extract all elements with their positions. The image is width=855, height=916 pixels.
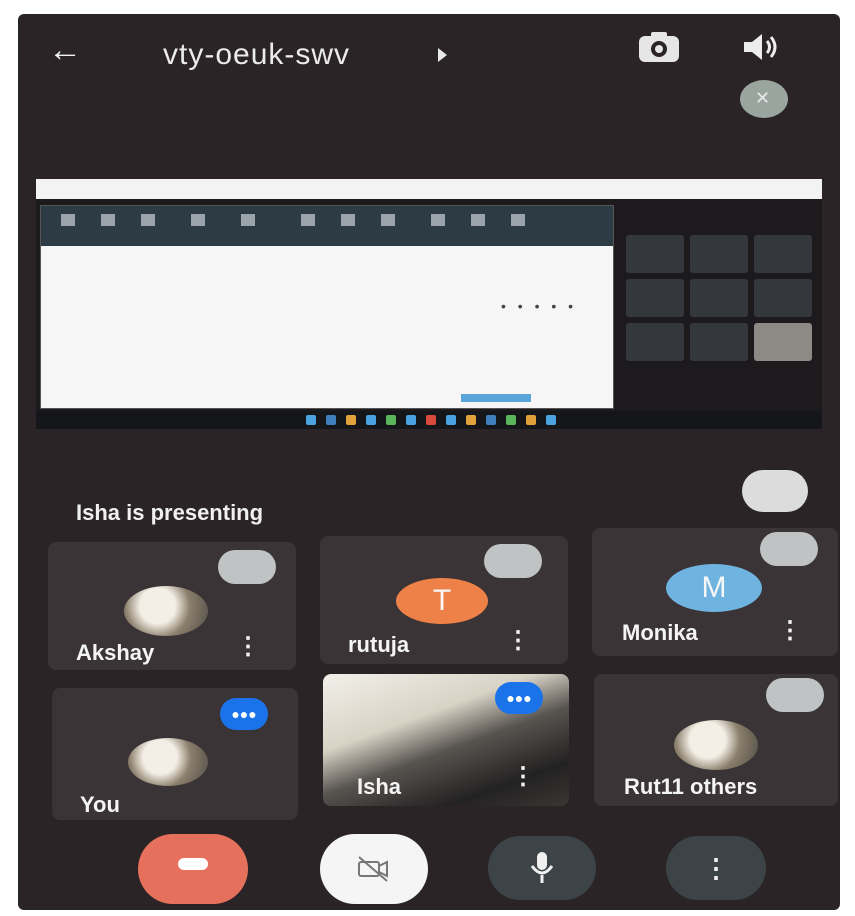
toolbar-icon xyxy=(301,214,315,226)
presenting-label: Isha is presenting xyxy=(76,500,264,525)
grid-tile xyxy=(754,235,812,273)
taskbar-app-icon xyxy=(326,415,336,425)
taskbar-app-icon xyxy=(406,415,416,425)
grid-tile xyxy=(626,279,684,317)
participant-name: Rut11 others xyxy=(624,774,758,799)
participant-tile-rutuja[interactable]: T rutuja ⋮ xyxy=(320,536,568,664)
back-arrow-icon[interactable]: ← xyxy=(48,33,88,67)
taskbar-app-icon xyxy=(546,415,556,425)
avatar: M xyxy=(666,564,762,612)
toolbar-icon xyxy=(241,214,255,226)
more-vert-icon[interactable]: ⋮ xyxy=(506,626,530,655)
toolbar-icon xyxy=(101,214,115,226)
grid-tile xyxy=(626,235,684,273)
toolbar-icon xyxy=(341,214,355,226)
taskbar-app-icon xyxy=(486,415,496,425)
flip-camera-icon[interactable] xyxy=(636,30,682,66)
speaking-indicator-icon: ●●● xyxy=(495,682,543,714)
shared-screen: • • • • • xyxy=(36,179,822,429)
grid-tile xyxy=(690,279,748,317)
taskbar-app-icon xyxy=(386,415,396,425)
shared-app-toolbar xyxy=(41,206,613,246)
more-vert-icon[interactable]: ⋮ xyxy=(511,762,535,791)
speaking-indicator-icon: ●●● xyxy=(220,698,268,730)
participant-tile-isha[interactable]: ●●● Isha ⋮ xyxy=(323,674,569,806)
taskbar-app-icon xyxy=(366,415,376,425)
camera-toggle-button[interactable] xyxy=(320,834,428,904)
grid-tile xyxy=(626,323,684,361)
toolbar-icon xyxy=(141,214,155,226)
shared-content-dots: • • • • • xyxy=(501,298,578,314)
mic-icon xyxy=(530,852,554,883)
meeting-code[interactable]: vty-oeuk-swv xyxy=(163,38,350,72)
microphone-button[interactable] xyxy=(488,836,596,900)
participant-status-bubble xyxy=(484,544,542,578)
shared-app-window: • • • • • xyxy=(40,205,614,409)
caret-right-icon[interactable] xyxy=(438,48,447,62)
participant-status-bubble xyxy=(218,550,276,584)
shared-screen-top-strip xyxy=(36,179,822,199)
taskbar-app-icon xyxy=(466,415,476,425)
participant-name: Isha xyxy=(357,774,402,799)
top-bar: ← vty-oeuk-swv xyxy=(18,14,840,84)
presenting-options-bubble[interactable] xyxy=(742,470,808,512)
toolbar-icon xyxy=(381,214,395,226)
taskbar-app-icon xyxy=(526,415,536,425)
participant-tile-others[interactable]: Rut11 others xyxy=(594,674,838,806)
speaker-icon[interactable] xyxy=(740,30,780,64)
phone-hangup-icon xyxy=(178,858,208,870)
avatar: T xyxy=(396,578,488,624)
avatar xyxy=(674,720,758,770)
taskbar-app-icon xyxy=(446,415,456,425)
call-controls: ⋮ xyxy=(18,822,840,910)
participant-name: Akshay xyxy=(76,640,155,665)
reaction-bubble-top[interactable] xyxy=(740,80,788,118)
participant-status-bubble xyxy=(766,678,824,712)
meet-call-screen: ← vty-oeuk-swv ✕ • • • • • Isha is prese… xyxy=(18,14,840,910)
participant-status-bubble xyxy=(760,532,818,566)
participant-tile-you[interactable]: ●●● You xyxy=(52,688,298,820)
toolbar-icon xyxy=(191,214,205,226)
more-vert-icon: ⋮ xyxy=(703,853,729,883)
avatar xyxy=(124,586,208,636)
more-options-button[interactable]: ⋮ xyxy=(666,836,766,900)
avatar xyxy=(128,738,208,786)
participant-name: rutuja xyxy=(348,632,410,657)
toolbar-icon xyxy=(471,214,485,226)
participant-name: You xyxy=(80,792,120,817)
grid-tile xyxy=(754,279,812,317)
shared-participant-grid xyxy=(622,231,822,381)
grid-tile xyxy=(690,235,748,273)
toolbar-icon xyxy=(511,214,525,226)
grid-tile xyxy=(690,323,748,361)
toolbar-icon xyxy=(431,214,445,226)
participant-tile-monika[interactable]: M Monika ⋮ xyxy=(592,528,838,656)
taskbar-app-icon xyxy=(426,415,436,425)
grid-tile xyxy=(754,323,812,361)
taskbar-app-icon xyxy=(506,415,516,425)
taskbar-app-icon xyxy=(346,415,356,425)
more-vert-icon[interactable]: ⋮ xyxy=(778,616,802,645)
toolbar-icon xyxy=(61,214,75,226)
camera-off-icon xyxy=(358,856,388,882)
shared-taskbar xyxy=(36,411,822,429)
participant-tile-akshay[interactable]: Akshay ⋮ xyxy=(48,542,296,670)
taskbar-app-icon xyxy=(306,415,316,425)
shared-content-bar xyxy=(461,394,531,402)
participant-name: Monika xyxy=(622,620,698,645)
more-vert-icon[interactable]: ⋮ xyxy=(236,632,260,661)
end-call-button[interactable] xyxy=(138,834,248,904)
